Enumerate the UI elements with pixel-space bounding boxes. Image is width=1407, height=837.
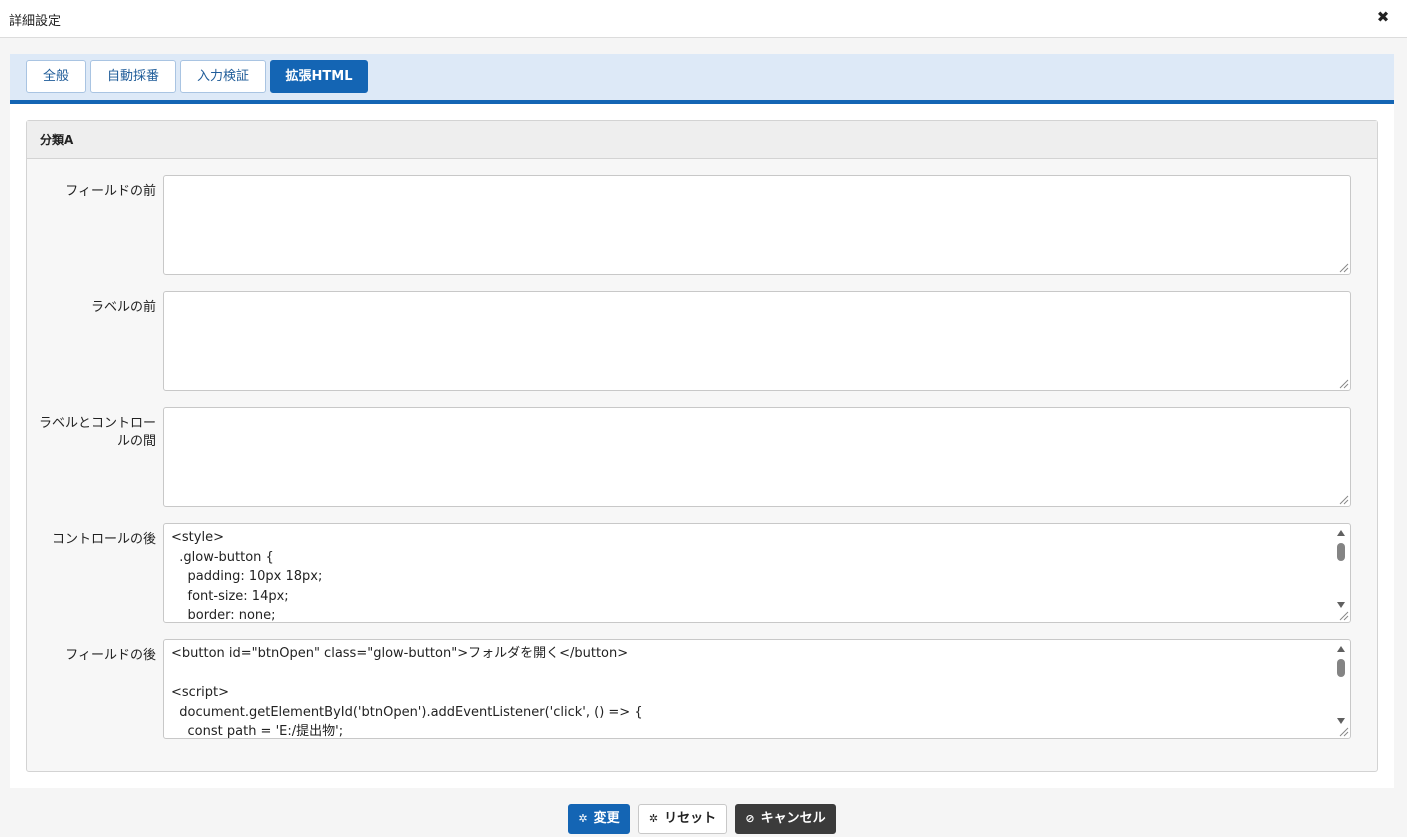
label-before-label: ラベルの前 [90, 300, 156, 315]
panel-title: 分類A [27, 121, 1377, 159]
scroll-up-icon[interactable] [1337, 646, 1345, 652]
resize-handle-icon[interactable] [1336, 260, 1349, 273]
resize-handle-icon[interactable] [1336, 724, 1349, 737]
vertical-scrollbar[interactable] [1334, 640, 1350, 726]
label-before-textarea[interactable] [163, 291, 1351, 391]
ban-icon: ⊘ [745, 812, 755, 825]
tab-general[interactable]: 全般 [26, 60, 86, 93]
dialog-content: 全般 自動採番 入力検証 拡張HTML 分類A フィールドの前 ラベルの前 ラベ… [10, 54, 1394, 788]
cancel-button[interactable]: ⊘ キャンセル [735, 804, 836, 834]
after-control-textarea[interactable]: <style> .glow-button { padding: 10px 18p… [163, 523, 1351, 623]
scroll-thumb[interactable] [1337, 543, 1345, 561]
after-field-textarea[interactable]: <button id="btnOpen" class="glow-button"… [163, 639, 1351, 739]
change-button[interactable]: ✲ 変更 [568, 804, 630, 834]
between-label-control-textarea[interactable] [163, 407, 1351, 507]
vertical-scrollbar[interactable] [1334, 524, 1350, 610]
gear-icon: ✲ [648, 812, 659, 825]
tab-bar: 全般 自動採番 入力検証 拡張HTML [10, 54, 1394, 104]
close-icon[interactable]: ✖ [1375, 8, 1391, 26]
cancel-button-label: キャンセル [760, 811, 826, 826]
after-field-code: <button id="btnOpen" class="glow-button"… [171, 646, 643, 739]
field-before-textarea[interactable] [163, 175, 1351, 275]
dialog-titlebar: 詳細設定 ✖ [0, 0, 1407, 38]
gear-icon: ✲ [578, 812, 588, 825]
resize-handle-icon[interactable] [1336, 376, 1349, 389]
reset-button[interactable]: ✲ リセット [638, 804, 727, 834]
scroll-thumb[interactable] [1337, 659, 1345, 677]
change-button-label: 変更 [593, 811, 620, 826]
scroll-up-icon[interactable] [1337, 530, 1345, 536]
dialog-title: 詳細設定 [9, 14, 62, 29]
after-control-code: <style> .glow-button { padding: 10px 18p… [171, 530, 323, 623]
resize-handle-icon[interactable] [1336, 492, 1349, 505]
tab-extended-html[interactable]: 拡張HTML [270, 60, 368, 93]
after-field-label: フィールドの後 [65, 648, 156, 663]
between-label-control-label: ラベルとコントロールの間 [38, 416, 156, 449]
field-before-label: フィールドの前 [65, 184, 156, 199]
category-a-panel: 分類A フィールドの前 ラベルの前 ラベルとコントロールの間 コントロールの後 … [26, 120, 1378, 772]
tab-auto-numbering[interactable]: 自動採番 [90, 60, 176, 93]
reset-button-label: リセット [664, 811, 717, 826]
after-control-label: コントロールの後 [51, 532, 156, 547]
tab-input-validation[interactable]: 入力検証 [180, 60, 266, 93]
resize-handle-icon[interactable] [1336, 608, 1349, 621]
